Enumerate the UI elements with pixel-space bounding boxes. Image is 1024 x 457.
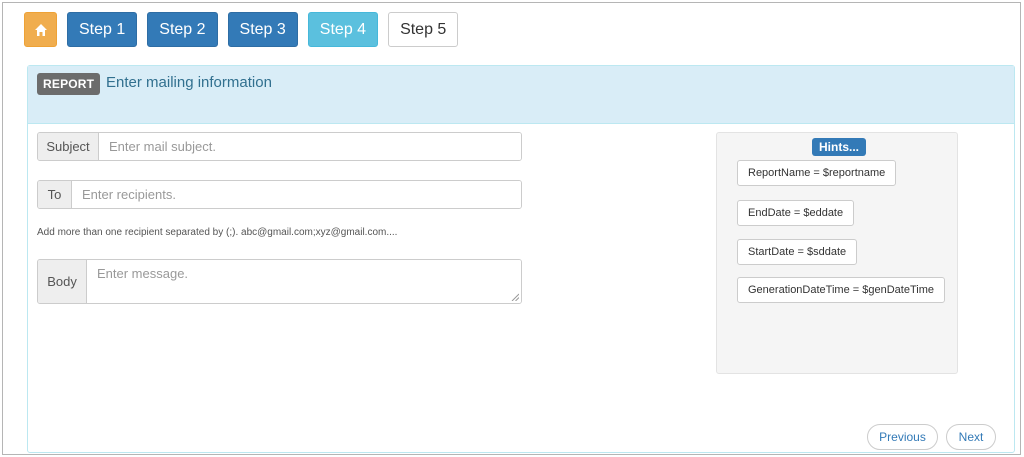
hint-end-date[interactable]: EndDate = $eddate xyxy=(737,200,855,226)
previous-button[interactable]: Previous xyxy=(867,424,938,450)
step-navigation: Step 1 Step 2 Step 3 Step 4 Step 5 xyxy=(24,12,459,47)
step-5-button[interactable]: Step 5 xyxy=(388,12,459,47)
home-button[interactable] xyxy=(24,12,57,47)
panel-heading: REPORT Enter mailing information xyxy=(28,66,1014,124)
subject-input[interactable] xyxy=(99,133,521,160)
to-group: To xyxy=(37,180,522,209)
step-4-button[interactable]: Step 4 xyxy=(307,12,379,47)
hint-report-name[interactable]: ReportName = $reportname xyxy=(737,160,897,186)
body-group: Body xyxy=(37,259,522,304)
hint-start-date[interactable]: StartDate = $sddate xyxy=(737,239,858,265)
hints-title: Hints... xyxy=(812,138,867,156)
step-3-button[interactable]: Step 3 xyxy=(227,12,298,47)
recipients-input[interactable] xyxy=(72,181,521,208)
message-textarea[interactable] xyxy=(87,260,521,303)
step-2-button[interactable]: Step 2 xyxy=(147,12,218,47)
step-1-button[interactable]: Step 1 xyxy=(67,12,138,47)
mailing-panel: REPORT Enter mailing information Subject… xyxy=(27,65,1015,453)
body-label: Body xyxy=(38,260,87,303)
hint-generation-date-time[interactable]: GenerationDateTime = $genDateTime xyxy=(737,277,945,303)
to-label: To xyxy=(38,181,72,208)
hints-box: Hints... ReportName = $reportname EndDat… xyxy=(716,132,958,374)
report-badge: REPORT xyxy=(37,73,101,95)
panel-title: Enter mailing information xyxy=(106,74,272,91)
subject-label: Subject xyxy=(38,133,99,160)
subject-group: Subject xyxy=(37,132,522,161)
resize-handle-icon[interactable] xyxy=(511,293,519,301)
home-icon xyxy=(34,23,47,36)
recipients-help-text: Add more than one recipient separated by… xyxy=(37,227,398,238)
next-button[interactable]: Next xyxy=(946,424,996,450)
